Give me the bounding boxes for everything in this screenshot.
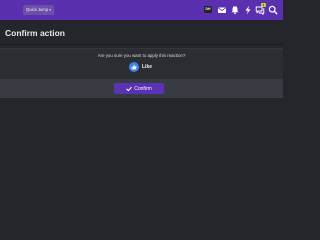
user-avatar[interactable]: DH [204,6,212,13]
confirm-label: Confirm [134,85,152,92]
chevron-down-icon: ▾ [49,8,52,12]
envelope-icon[interactable] [217,5,227,15]
divider [0,44,283,45]
page-title: Confirm action [5,28,65,38]
quick-jump-button[interactable]: Quick Jump ▾ [23,5,54,15]
reaction-preview: Like [129,61,152,72]
bell-icon[interactable] [230,5,240,15]
confirm-button[interactable]: Confirm [114,83,164,94]
confirm-question: Are you sure you want to apply this reac… [97,53,186,58]
alerts-badge: 1 [261,3,266,7]
check-icon [126,86,132,91]
quick-jump-label: Quick Jump [26,7,49,12]
top-navigation-bar: Quick Jump ▾ DH 1 [0,0,283,20]
thumbs-up-icon [129,61,139,72]
reaction-label: Like [142,63,153,70]
search-icon[interactable] [268,5,278,15]
bolt-icon[interactable] [243,5,253,15]
